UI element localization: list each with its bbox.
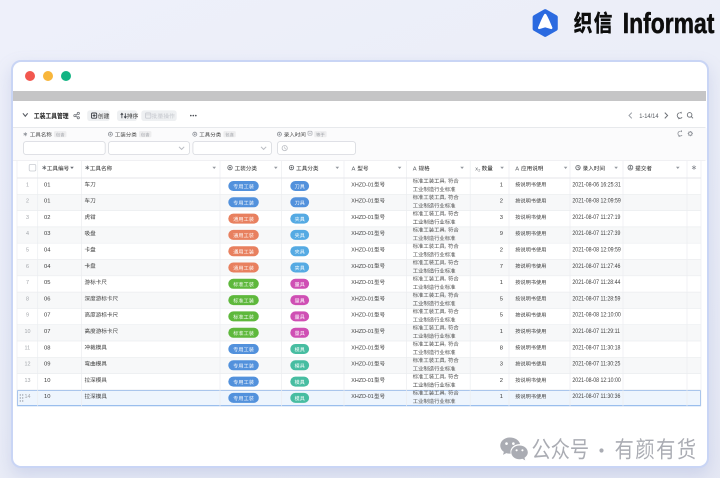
svg-text:8: 8 [500, 345, 503, 351]
svg-text:09: 09 [44, 362, 50, 368]
svg-text:5: 5 [26, 248, 29, 254]
svg-text:5: 5 [500, 296, 503, 302]
svg-text:3: 3 [500, 215, 503, 221]
svg-text:04: 04 [44, 264, 51, 270]
svg-text:12: 12 [25, 362, 31, 368]
svg-text:2021-08-08 12:09:59: 2021-08-08 12:09:59 [572, 198, 620, 204]
svg-text:A: A [352, 166, 356, 172]
svg-text:2021-08-07 11:30:18: 2021-08-07 11:30:18 [572, 345, 620, 351]
svg-text:2: 2 [478, 168, 480, 172]
svg-text:9: 9 [26, 313, 29, 319]
svg-text:10: 10 [25, 329, 31, 335]
svg-text:2: 2 [500, 248, 503, 254]
svg-text:05: 05 [44, 280, 50, 286]
svg-text:2021-08-07 11:28:59: 2021-08-07 11:28:59 [572, 296, 620, 302]
svg-text:2021-08-07 11:27:46: 2021-08-07 11:27:46 [572, 264, 620, 270]
svg-text:1: 1 [500, 280, 503, 286]
svg-text:2021-08-08 12:09:59: 2021-08-08 12:09:59 [572, 247, 620, 253]
svg-text:2: 2 [26, 199, 29, 205]
svg-text:1: 1 [26, 182, 29, 188]
svg-text:01: 01 [44, 199, 50, 205]
svg-text:2021-08-06 16:25:31: 2021-08-06 16:25:31 [572, 182, 620, 188]
svg-text:A: A [515, 166, 519, 172]
svg-text:10: 10 [44, 394, 50, 400]
svg-text:08: 08 [44, 345, 50, 351]
svg-text:1-14/14: 1-14/14 [639, 114, 659, 120]
svg-text:07: 07 [44, 313, 50, 319]
svg-text:Informat: Informat [623, 6, 715, 39]
svg-text:2: 2 [500, 199, 503, 205]
svg-text:5: 5 [500, 313, 503, 319]
svg-text:3: 3 [26, 215, 29, 221]
svg-text:01: 01 [44, 182, 50, 188]
svg-text:1: 1 [500, 182, 503, 188]
svg-text:4: 4 [26, 231, 29, 237]
svg-text:1: 1 [500, 394, 503, 400]
svg-text:7: 7 [500, 264, 503, 270]
svg-text:8: 8 [26, 296, 29, 302]
svg-text:13: 13 [25, 378, 31, 384]
svg-text:9: 9 [500, 231, 503, 237]
svg-text:A: A [413, 166, 417, 172]
svg-text:2021-08-08 12:10:00: 2021-08-08 12:10:00 [572, 312, 620, 318]
svg-text:2021-08-07 11:30:36: 2021-08-07 11:30:36 [572, 394, 620, 400]
svg-text:2021-08-07 11:29:11: 2021-08-07 11:29:11 [572, 329, 620, 335]
svg-text:2021-08-07 11:28:44: 2021-08-07 11:28:44 [572, 280, 620, 286]
svg-text:04: 04 [44, 248, 51, 254]
svg-text:14: 14 [25, 394, 31, 400]
svg-text:07: 07 [44, 329, 50, 335]
svg-text:2021-08-08 12:10:00: 2021-08-08 12:10:00 [572, 378, 620, 384]
svg-text:2021-08-07 11:27:39: 2021-08-07 11:27:39 [572, 231, 620, 237]
svg-text:7: 7 [26, 280, 29, 286]
svg-text:02: 02 [44, 215, 50, 221]
svg-text:3: 3 [500, 362, 503, 368]
svg-text:06: 06 [44, 296, 50, 302]
svg-text:10: 10 [44, 378, 50, 384]
svg-text:03: 03 [44, 231, 50, 237]
svg-text:2021-08-07 11:30:25: 2021-08-07 11:30:25 [572, 361, 620, 367]
svg-text:2021-08-07 11:27:19: 2021-08-07 11:27:19 [572, 215, 620, 221]
svg-text:1: 1 [500, 329, 503, 335]
svg-text:6: 6 [26, 264, 29, 270]
svg-text:11: 11 [25, 345, 31, 351]
svg-text:2: 2 [500, 378, 503, 384]
